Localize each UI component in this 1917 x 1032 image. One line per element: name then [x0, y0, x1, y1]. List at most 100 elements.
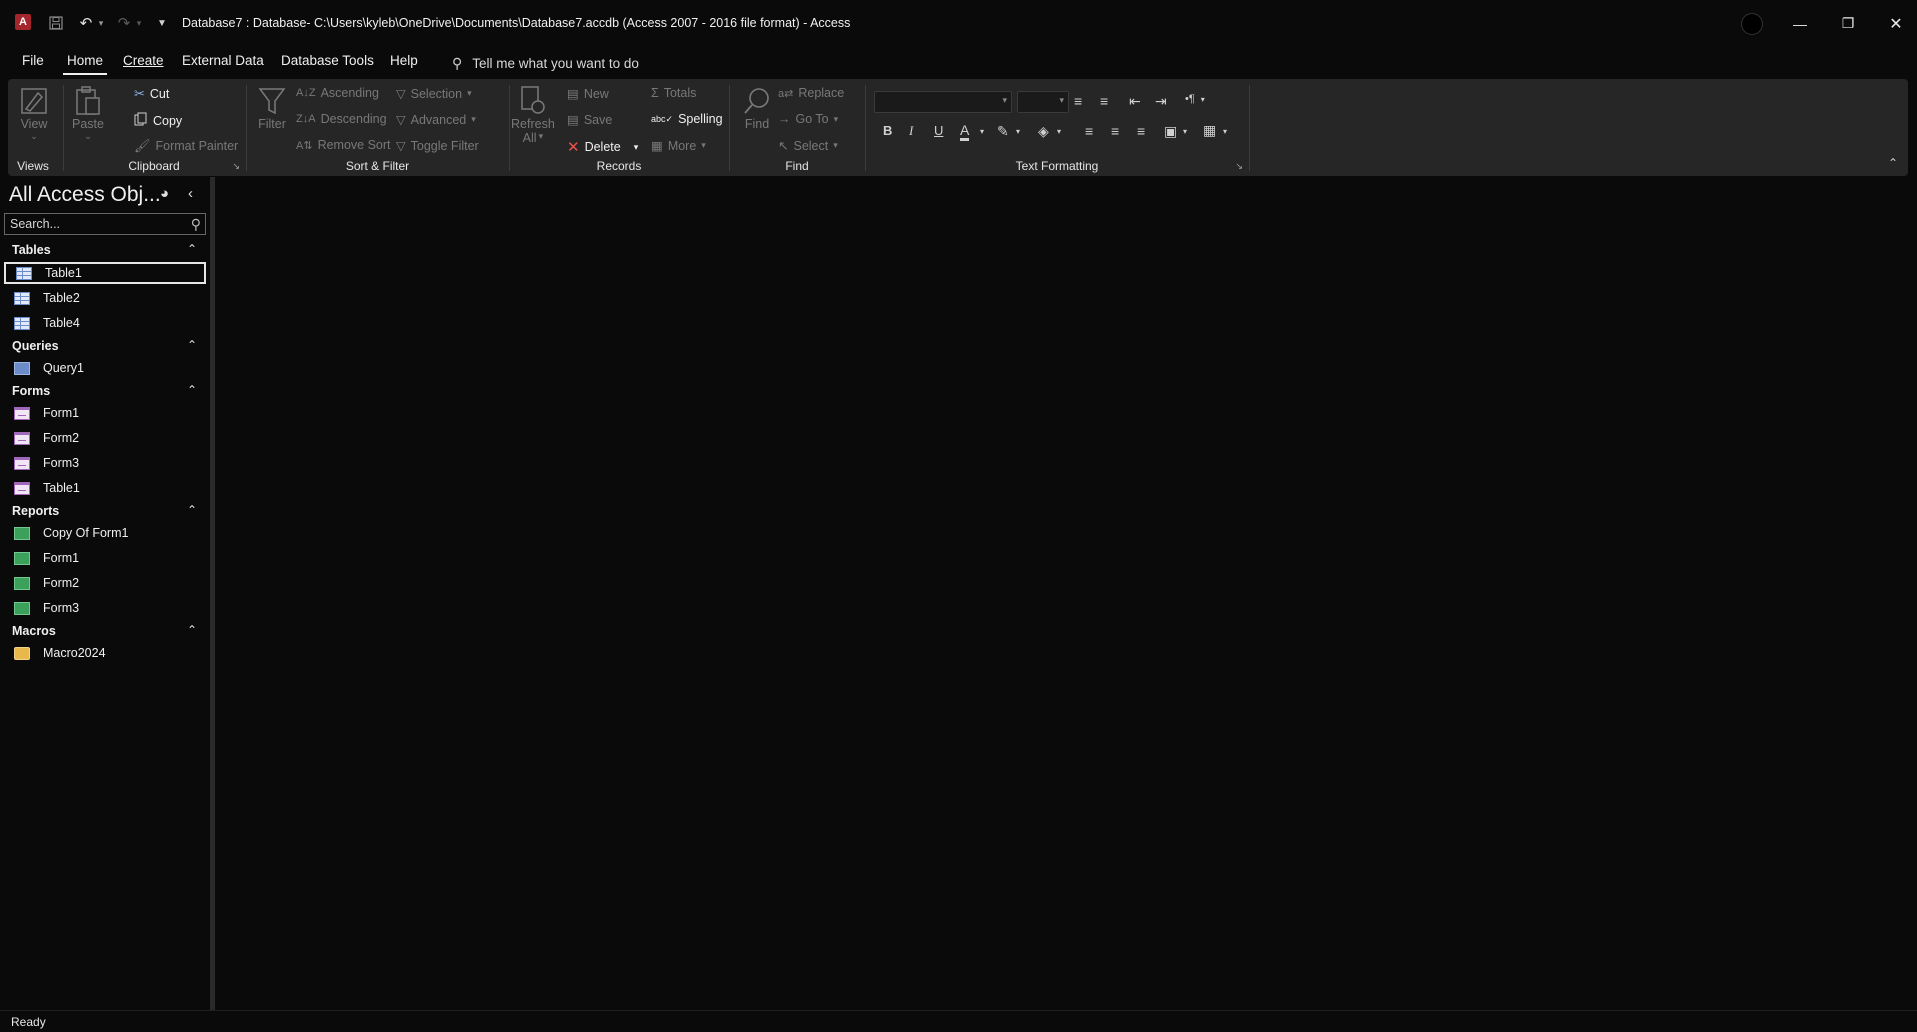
nav-item-form3[interactable]: Form3 — [4, 452, 206, 474]
nav-item-macro2024[interactable]: Macro2024 — [4, 642, 206, 664]
nav-item-form-table1[interactable]: Table1 — [4, 477, 206, 499]
nav-group-forms[interactable]: Forms ⌃ — [0, 382, 206, 402]
chevron-up-icon[interactable]: ⌃ — [187, 383, 197, 397]
selection-button[interactable]: ▽ Selection ▾ — [396, 86, 472, 102]
view-button[interactable]: View ⌄ — [18, 85, 50, 142]
redo-icon[interactable]: ↷ — [114, 12, 134, 34]
nav-group-macros[interactable]: Macros ⌃ — [0, 622, 206, 642]
undo-icon[interactable]: ↶ — [76, 12, 96, 34]
new-record-icon: ▤ — [567, 87, 579, 101]
remove-sort-button[interactable]: A⇅ Remove Sort — [296, 138, 391, 152]
collapse-ribbon-icon[interactable]: ⌃ — [1888, 156, 1898, 170]
toggle-filter-button[interactable]: ▽ Toggle Filter — [396, 138, 479, 154]
nav-search-box[interactable]: ⚲ — [4, 213, 206, 235]
paste-button[interactable]: Paste ⌄ — [72, 85, 104, 142]
chevron-down-icon[interactable]: ▾ — [1183, 127, 1187, 136]
nav-menu-dropdown-icon[interactable]: ◕ — [160, 185, 169, 202]
copy-button[interactable]: Copy — [134, 112, 182, 129]
nav-item-form1[interactable]: Form1 — [4, 402, 206, 424]
nav-item-copy-of-form1[interactable]: Copy Of Form1 — [4, 522, 206, 544]
increase-indent-icon[interactable]: ⇥ — [1155, 93, 1167, 110]
nav-search-input[interactable] — [5, 217, 180, 231]
bullets-icon[interactable]: ≡ — [1074, 93, 1082, 109]
underline-button[interactable]: U — [934, 123, 943, 138]
spelling-button[interactable]: abc✓ Spelling — [651, 112, 723, 126]
dialog-launcher-icon[interactable]: ↘ — [1235, 161, 1243, 172]
save-record-button[interactable]: ▤ Save — [567, 112, 612, 128]
nav-pane-title[interactable]: All Access Obj... — [9, 183, 161, 207]
cut-button[interactable]: ✂ Cut — [134, 86, 169, 102]
chevron-up-icon[interactable]: ⌃ — [187, 242, 197, 256]
italic-button[interactable]: I — [909, 123, 913, 139]
nav-item-query1[interactable]: Query1 — [4, 357, 206, 379]
font-name-select[interactable]: ▾ — [874, 91, 1012, 113]
filter-button[interactable]: Filter — [256, 85, 288, 131]
align-center-icon[interactable]: ≡ — [1111, 123, 1119, 139]
delete-button[interactable]: ✕ Delete ▾ — [567, 138, 638, 156]
more-button[interactable]: ▦ More ▾ — [651, 138, 706, 154]
nav-item-report-form1[interactable]: Form1 — [4, 547, 206, 569]
numbering-icon[interactable]: ≡ — [1100, 93, 1108, 109]
goto-button[interactable]: → Go To ▾ — [778, 112, 838, 126]
gridlines-icon[interactable]: ▦ — [1203, 122, 1216, 139]
nav-group-queries[interactable]: Queries ⌃ — [0, 337, 206, 357]
nav-item-table1[interactable]: Table1 — [4, 262, 206, 284]
undo-dropdown-icon[interactable]: ▾ — [96, 12, 106, 34]
new-record-button[interactable]: ▤ New — [567, 86, 609, 102]
restore-button[interactable]: ❐ — [1824, 0, 1872, 47]
chevron-down-icon[interactable]: ▾ — [1223, 127, 1227, 136]
tab-file[interactable]: File — [18, 53, 48, 75]
totals-button[interactable]: Σ Totals — [651, 86, 696, 100]
chevron-down-icon[interactable]: ▾ — [1016, 127, 1020, 136]
nav-item-form2[interactable]: Form2 — [4, 427, 206, 449]
nav-group-reports[interactable]: Reports ⌃ — [0, 502, 206, 522]
chevron-down-icon[interactable]: ▾ — [980, 127, 984, 136]
search-icon[interactable]: ⚲ — [191, 216, 201, 233]
chevron-up-icon[interactable]: ⌃ — [187, 623, 197, 637]
account-avatar[interactable] — [1741, 13, 1763, 35]
bold-button[interactable]: B — [883, 123, 892, 138]
highlight-icon[interactable]: ✎ — [997, 123, 1009, 140]
save-icon[interactable] — [46, 12, 66, 34]
tab-database-tools[interactable]: Database Tools — [277, 53, 378, 75]
nav-item-table4[interactable]: Table4 — [4, 312, 206, 334]
tab-home[interactable]: Home — [63, 53, 108, 75]
chevron-down-icon[interactable]: ▾ — [1057, 127, 1061, 136]
alternate-row-color-icon[interactable]: ▣ — [1164, 123, 1177, 140]
tab-create[interactable]: Create — [119, 53, 168, 75]
nav-item-table2[interactable]: Table2 — [4, 287, 206, 309]
dialog-launcher-icon[interactable]: ↘ — [232, 161, 240, 172]
table-icon — [14, 316, 30, 330]
paintbrush-icon: 🖌 — [134, 138, 151, 153]
fill-color-icon[interactable]: ◈ — [1038, 123, 1049, 140]
paragraph-direction-icon[interactable]: •¶ ▾ — [1185, 93, 1205, 105]
nav-item-report-form2[interactable]: Form2 — [4, 572, 206, 594]
minimize-button[interactable]: — — [1776, 0, 1824, 47]
redo-dropdown-icon[interactable]: ▾ — [134, 12, 144, 34]
ascending-button[interactable]: A↓Z Ascending — [296, 86, 379, 100]
tell-me-search[interactable]: ⚲ Tell me what you want to do — [452, 55, 639, 72]
align-right-icon[interactable]: ≡ — [1137, 123, 1145, 139]
nav-group-tables[interactable]: Tables ⌃ — [0, 241, 206, 261]
decrease-indent-icon[interactable]: ⇤ — [1129, 93, 1141, 110]
find-button[interactable]: Find — [741, 85, 773, 131]
align-left-icon[interactable]: ≡ — [1085, 123, 1093, 139]
tab-help[interactable]: Help — [386, 53, 422, 75]
customize-toolbar-icon[interactable]: ▼ — [155, 12, 169, 34]
nav-item-report-form3[interactable]: Form3 — [4, 597, 206, 619]
chevron-up-icon[interactable]: ⌃ — [187, 338, 197, 352]
chevron-up-icon[interactable]: ⌃ — [187, 503, 197, 517]
advanced-button[interactable]: ▽ Advanced ▾ — [396, 112, 476, 128]
close-button[interactable]: ✕ — [1872, 0, 1917, 47]
font-size-select[interactable]: ▾ — [1017, 91, 1069, 113]
font-color-button[interactable]: A — [960, 122, 970, 141]
replace-button[interactable]: a⇄ Replace — [778, 86, 844, 100]
select-button[interactable]: ↖ Select ▾ — [778, 138, 838, 154]
refresh-all-button[interactable]: Refresh All ▾ — [511, 85, 555, 145]
descending-button[interactable]: Z↓A Descending — [296, 112, 387, 126]
format-painter-button[interactable]: 🖌 Format Painter — [134, 138, 238, 154]
shutter-bar-close-icon[interactable]: ‹ — [188, 185, 193, 202]
chevron-down-icon[interactable]: ▾ — [634, 142, 639, 153]
tab-external-data[interactable]: External Data — [178, 53, 268, 75]
chevron-down-icon: ⌄ — [30, 131, 38, 141]
